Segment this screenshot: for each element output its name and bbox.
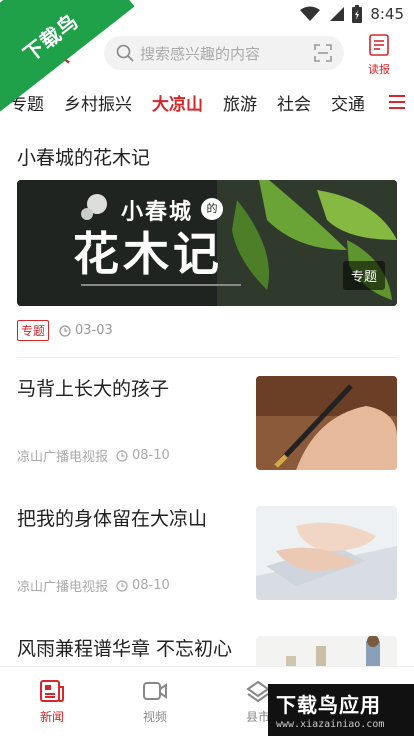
search-input[interactable]: 搜索感兴趣的内容 (104, 36, 344, 70)
clock-icon (116, 449, 128, 462)
article-item[interactable]: 把我的身体留在大凉山 凉山广播电视报 08-10 (0, 488, 414, 618)
tab-daliangshan[interactable]: 大凉山 (152, 90, 203, 115)
channel-menu-button[interactable] (380, 84, 414, 120)
nav-video[interactable]: 视频 (125, 679, 185, 725)
featured-image-dot: 的 (201, 198, 223, 220)
topic-tag: 专题 (17, 320, 50, 341)
video-icon (143, 682, 167, 700)
newspaper-icon (369, 34, 389, 56)
article-date: 08-10 (132, 448, 170, 463)
article-title: 把我的身体留在大凉山 (17, 508, 208, 530)
wifi-icon (300, 6, 321, 21)
news-feed: 小春城的花木记 小春城 的 花木记 专题 专题 03-03 马背上长大的孩子 凉… (0, 136, 414, 666)
menu-icon (389, 95, 405, 109)
tab-travel[interactable]: 旅游 (223, 90, 257, 115)
signal-icon (330, 7, 345, 21)
bottom-watermark-url: www.xiazainiao.com (276, 719, 385, 730)
bottom-watermark-title: 下载鸟应用 (276, 693, 381, 717)
tab-rural-revitalization[interactable]: 乡村振兴 (64, 90, 132, 115)
search-icon (116, 44, 134, 62)
news-icon (40, 680, 64, 702)
battery-icon (352, 5, 363, 23)
article-title: 马背上长大的孩子 (17, 378, 170, 400)
tab-society[interactable]: 社会 (277, 90, 311, 115)
article-source: 凉山广播电视报 (17, 580, 109, 595)
featured-image-title: 花木记 (73, 227, 223, 281)
article-meta: 凉山广播电视报 08-10 (17, 576, 170, 595)
article-item[interactable]: 马背上长大的孩子 凉山广播电视报 08-10 (0, 358, 414, 488)
article-thumbnail[interactable] (256, 636, 397, 666)
read-paper-label: 读报 (368, 63, 390, 76)
nav-video-label: 视频 (142, 710, 167, 724)
nav-news-label: 新闻 (39, 710, 64, 724)
featured-title: 小春城的花木记 (17, 147, 151, 169)
read-paper-button[interactable]: 读报 (366, 34, 392, 77)
status-time: 8:45 (370, 5, 404, 23)
featured-article[interactable]: 小春城的花木记 小春城 的 花木记 专题 专题 03-03 (0, 145, 414, 341)
bottom-watermark: 下载鸟应用 www.xiazainiao.com (268, 684, 414, 736)
article-item[interactable]: 风雨兼程谱华章 不忘初心再启航——凉山雅因 (0, 618, 414, 666)
nav-news[interactable]: 新闻 (22, 679, 82, 725)
article-meta: 凉山广播电视报 08-10 (17, 446, 170, 465)
article-thumbnail[interactable] (256, 376, 397, 470)
scan-icon[interactable] (314, 44, 332, 62)
featured-image[interactable]: 小春城 的 花木记 专题 (17, 180, 397, 306)
channel-tabs: 专题 乡村振兴 大凉山 旅游 社会 交通 (0, 84, 414, 120)
article-date: 08-10 (132, 578, 170, 593)
article-source: 凉山广播电视报 (17, 450, 109, 465)
topic-badge: 专题 (342, 261, 385, 290)
article-title: 风雨兼程谱华章 不忘初心再启航——凉山雅因 (17, 638, 233, 660)
clock-icon (116, 579, 128, 592)
search-placeholder: 搜索感兴趣的内容 (140, 44, 261, 63)
article-thumbnail[interactable] (256, 506, 397, 600)
clock-icon (59, 324, 71, 337)
featured-meta: 专题 03-03 (17, 320, 397, 341)
featured-date: 03-03 (75, 323, 113, 338)
